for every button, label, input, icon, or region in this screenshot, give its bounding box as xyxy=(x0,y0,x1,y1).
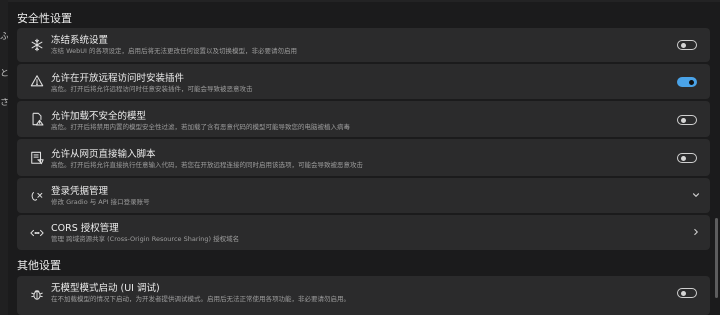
login-credential-desc: 修改 Gradio 与 API 接口登录账号 xyxy=(51,198,150,206)
unsafe-model-card: 允许加载不安全的模型 高危。打开后将禁用内置的模型安全性过滤，若加载了含有恶意代… xyxy=(17,101,710,137)
script-input-card: 允许从网页直接输入脚本 高危。打开后将允许直接执行任意输入代码，若您在开放远程连… xyxy=(17,139,710,176)
left-pane-glyph: さ xyxy=(0,98,8,108)
freeze-settings-card: 冻结系统设置 冻结 WebUI 的各项设定，启用后将无法更改任何设置以及切换模型… xyxy=(17,28,710,62)
login-credential-card[interactable]: 登录凭据管理 修改 Gradio 与 API 接口登录账号 xyxy=(17,178,710,213)
cors-icon xyxy=(30,226,44,240)
cors-management-desc: 管理 跨域资源共享 (Cross-Origin Resource Sharing… xyxy=(51,235,240,243)
toggle-knob xyxy=(689,79,694,85)
unsafe-file-icon xyxy=(30,112,44,126)
no-model-mode-title: 无模型模式启动 (UI 调试) xyxy=(51,283,160,294)
chevron-right-icon[interactable] xyxy=(691,227,701,237)
settings-content: 安全性设置 冻结系统设置 冻结 WebUI 的各项设定，启用后将无法更改任何设置… xyxy=(17,0,710,315)
script-icon xyxy=(30,151,44,165)
left-pane-glyph: ふ xyxy=(0,32,8,42)
login-credential-title: 登录凭据管理 xyxy=(51,186,109,197)
script-input-title: 允许从网页直接输入脚本 xyxy=(51,149,156,160)
snowflake-icon xyxy=(30,38,44,52)
toggle-knob xyxy=(680,290,686,296)
remote-extension-card: 允许在开放远程访问时安装插件 高危。打开后将允许远程访问时任意安装插件，可能会导… xyxy=(17,64,710,99)
no-model-mode-desc: 在不加载模型的情况下启动，为开发者提供调试模式。启用后无法正常使用各项功能，非必… xyxy=(51,295,350,303)
cors-management-title: CORS 授权管理 xyxy=(51,223,119,234)
unsafe-model-desc: 高危。打开后将禁用内置的模型安全性过滤，若加载了含有恶意代码的模型可能导致您的电… xyxy=(51,123,350,131)
script-input-toggle[interactable] xyxy=(677,153,697,163)
remote-extension-toggle[interactable] xyxy=(677,77,697,87)
scrollbar-thumb[interactable] xyxy=(715,218,718,298)
left-pane-edge: ふ と さ xyxy=(0,0,8,315)
other-section-title: 其他设置 xyxy=(17,259,61,272)
unsafe-model-title: 允许加载不安全的模型 xyxy=(51,111,147,122)
login-credential-icon xyxy=(30,189,44,203)
toggle-knob xyxy=(680,155,686,161)
security-section-title: 安全性设置 xyxy=(17,12,72,25)
cors-management-card[interactable]: CORS 授权管理 管理 跨域资源共享 (Cross-Origin Resour… xyxy=(17,215,710,250)
remote-extension-title: 允许在开放远程访问时安装插件 xyxy=(51,73,185,84)
freeze-settings-title: 冻结系统设置 xyxy=(51,35,109,46)
remote-extension-desc: 高危。打开后将允许远程访问时任意安装插件，可能会导致被恶意攻击 xyxy=(51,85,253,93)
toggle-knob xyxy=(680,117,686,123)
no-model-mode-toggle[interactable] xyxy=(677,288,697,298)
warning-icon xyxy=(30,74,44,88)
script-input-desc: 高危。打开后将允许直接执行任意输入代码，若您在开放远程连接的同时启用该选项，可能… xyxy=(51,161,363,169)
no-model-mode-card: 无模型模式启动 (UI 调试) 在不加载模型的情况下启动，为开发者提供调试模式。… xyxy=(17,276,710,315)
freeze-settings-toggle[interactable] xyxy=(677,40,697,50)
bug-icon xyxy=(30,287,44,301)
unsafe-model-toggle[interactable] xyxy=(677,115,697,125)
toggle-knob xyxy=(680,42,686,48)
left-pane-glyph: と xyxy=(0,69,8,79)
chevron-down-icon[interactable] xyxy=(691,190,701,200)
freeze-settings-desc: 冻结 WebUI 的各项设定，启用后将无法更改任何设置以及切换模型，非必要请勿启… xyxy=(51,47,297,55)
